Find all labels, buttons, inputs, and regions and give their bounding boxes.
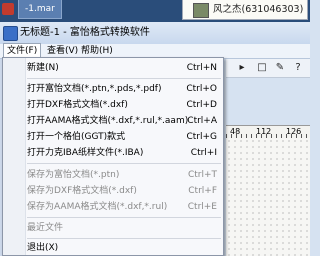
- menu-item-label: 打开一个格伯(GGT)款式: [27, 132, 126, 142]
- menu-item-open-aama[interactable]: 打开AAMA格式文档(*.dxf,*.rul,*.aam) Ctrl+A: [27, 114, 221, 128]
- app-taskbar-icon[interactable]: [2, 3, 14, 15]
- menu-item-recent-files[interactable]: 最近文件: [27, 221, 221, 235]
- menu-item-open-ptn[interactable]: 打开富怡文档(*.ptn,*.pds,*.pdf) Ctrl+O: [27, 82, 221, 96]
- ruler: 48 112 126: [226, 125, 310, 139]
- taskbar: -1.mar 风之杰(631046303): [0, 0, 310, 22]
- window-title: 无标题-1 - 富怡格式转换软件: [20, 27, 150, 38]
- toolbar: ▸ □ ✎ ?: [226, 59, 310, 78]
- menu-item-save-dxf[interactable]: 保存为DXF格式文档(*.dxf) Ctrl+F: [27, 184, 221, 198]
- menu-item-shortcut: Ctrl+T: [187, 170, 217, 180]
- help-icon[interactable]: ?: [292, 62, 304, 74]
- toolbar-button[interactable]: ✎: [274, 62, 286, 74]
- menu-item-open-dxf[interactable]: 打开DXF格式文档(*.dxf) Ctrl+D: [27, 98, 221, 112]
- menu-item-save-ptn[interactable]: 保存为富怡文档(*.ptn) Ctrl+T: [27, 168, 221, 182]
- menu-item-label: 保存为富怡文档(*.ptn): [27, 170, 120, 180]
- chat-notification[interactable]: 风之杰(631046303): [182, 0, 308, 20]
- menu-item-label: 新建(N): [27, 63, 59, 73]
- menu-item-open-ggt[interactable]: 打开一个格伯(GGT)款式 Ctrl+G: [27, 130, 221, 144]
- menu-item-label: 打开力克IBA纸样文件(*.IBA): [27, 148, 144, 158]
- menu-item-shortcut: Ctrl+F: [188, 186, 217, 196]
- menu-item-label: 退出(X): [27, 243, 59, 253]
- menu-item-shortcut: Ctrl+G: [186, 132, 217, 142]
- menu-item-shortcut: Ctrl+N: [186, 63, 217, 73]
- toolbar-button[interactable]: □: [256, 62, 268, 74]
- menu-separator: [27, 163, 221, 164]
- taskbar-tab[interactable]: -1.mar: [18, 0, 62, 19]
- app-icon: [3, 26, 18, 41]
- menu-item-label: 打开AAMA格式文档(*.dxf,*.rul,*.aam): [27, 116, 189, 126]
- chat-title: 风之杰(631046303): [213, 4, 304, 15]
- menu-item-label: 保存为DXF格式文档(*.dxf): [27, 186, 137, 196]
- menu-view[interactable]: 查看(V): [44, 44, 81, 58]
- taskbar-tab-label: -1.mar: [25, 4, 55, 14]
- menu-item-shortcut: Ctrl+I: [190, 148, 217, 158]
- menu-separator: [27, 217, 221, 218]
- menu-separator: [27, 238, 221, 239]
- menu-item-save-aama[interactable]: 保存为AAMA格式文档(*.dxf,*.rul) Ctrl+E: [27, 200, 221, 214]
- avatar-icon: [193, 3, 209, 18]
- menu-item-label: 打开富怡文档(*.ptn,*.pds,*.pdf): [27, 84, 162, 94]
- menu-item-new[interactable]: 新建(N) Ctrl+N: [27, 61, 221, 75]
- window-titlebar: 无标题-1 - 富怡格式转换软件: [0, 22, 310, 45]
- file-menu-dropdown: 新建(N) Ctrl+N 打开富怡文档(*.ptn,*.pds,*.pdf) C…: [2, 57, 224, 256]
- menu-item-exit[interactable]: 退出(X): [27, 241, 221, 255]
- menu-item-open-iba[interactable]: 打开力克IBA纸样文件(*.IBA) Ctrl+I: [27, 146, 221, 160]
- menu-item-shortcut: Ctrl+O: [186, 84, 217, 94]
- menu-item-shortcut: Ctrl+A: [187, 116, 217, 126]
- menu-help[interactable]: 帮助(H): [78, 44, 116, 58]
- menu-item-shortcut: Ctrl+D: [186, 100, 218, 110]
- drawing-canvas[interactable]: [226, 138, 310, 256]
- menu-item-shortcut: Ctrl+E: [187, 202, 217, 212]
- toolbar-button[interactable]: ▸: [236, 62, 248, 74]
- menu-item-label: 保存为AAMA格式文档(*.dxf,*.rul): [27, 202, 168, 212]
- menu-item-label: 最近文件: [27, 223, 64, 233]
- menu-item-label: 打开DXF格式文档(*.dxf): [27, 100, 128, 110]
- menu-icon-gutter: [3, 58, 26, 255]
- menu-separator: [27, 78, 221, 79]
